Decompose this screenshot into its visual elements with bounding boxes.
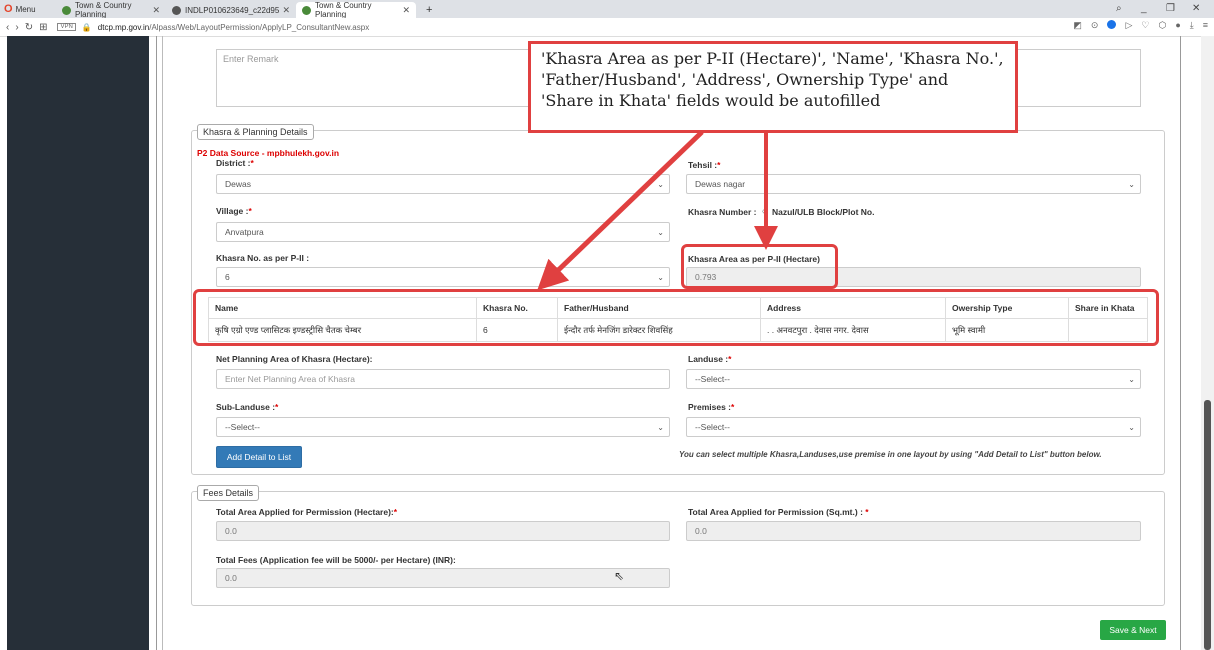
arrow-to-table <box>537 130 704 291</box>
annotation-callout: 'Khasra Area as per P-II (Hectare)', 'Na… <box>528 41 1018 133</box>
